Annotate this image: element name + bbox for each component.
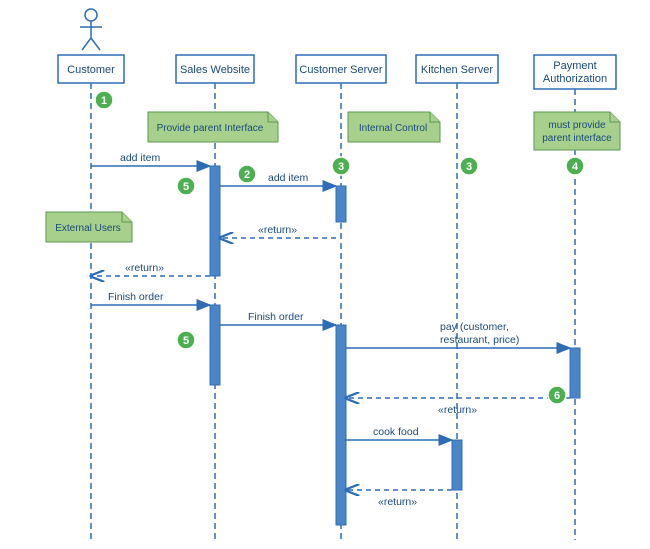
note-internal-control: Internal Control — [348, 112, 440, 142]
msg-label: add item — [120, 152, 161, 164]
activation-bar — [210, 166, 220, 276]
note-must-provide: must provide parent interface — [534, 112, 620, 150]
activation-bar — [570, 348, 580, 398]
svg-text:5: 5 — [183, 335, 189, 347]
lifeline-payment: Payment Authorization — [534, 55, 616, 89]
note-text: must provide — [548, 120, 606, 131]
msg-label: «return» — [258, 224, 297, 236]
badge-4: 4 — [566, 157, 584, 175]
note-external-users: External Users — [46, 212, 132, 242]
msg-label: «return» — [125, 262, 164, 274]
badge-5b: 5 — [177, 331, 195, 349]
actor-icon — [80, 9, 102, 50]
activation-bar — [336, 325, 346, 525]
svg-text:3: 3 — [338, 161, 344, 173]
svg-text:1: 1 — [101, 95, 107, 107]
badge-1: 1 — [95, 91, 113, 109]
note-text: Provide parent Interface — [157, 123, 264, 134]
lifeline-label: Sales Website — [180, 64, 250, 76]
svg-text:2: 2 — [244, 169, 250, 181]
lifeline-label: Customer Server — [299, 64, 382, 76]
lifeline-kitchen: Kitchen Server — [416, 55, 498, 83]
svg-text:6: 6 — [554, 390, 560, 402]
badge-6: 6 — [548, 386, 566, 404]
badge-2: 2 — [238, 165, 256, 183]
lifeline-sales: Sales Website — [176, 55, 254, 83]
msg-label: Finish order — [248, 311, 304, 323]
note-text: External Users — [55, 223, 121, 234]
svg-text:3: 3 — [466, 161, 472, 173]
msg-label: Finish order — [108, 291, 164, 303]
badge-5a: 5 — [177, 177, 195, 195]
msg-label: add item — [268, 172, 309, 184]
msg-label: pay (customer, — [440, 321, 509, 333]
lifeline-label: Payment — [553, 60, 596, 72]
badge-3a: 3 — [332, 157, 350, 175]
msg-label: cook food — [373, 426, 419, 438]
lifeline-customer: Customer — [58, 55, 124, 83]
msg-label: «return» — [438, 404, 477, 416]
note-text: Internal Control — [359, 123, 427, 134]
activation-bar — [336, 186, 346, 222]
lifeline-label: Authorization — [543, 73, 607, 85]
activation-bar — [210, 305, 220, 385]
msg-label: «return» — [378, 496, 417, 508]
sequence-diagram: Customer Sales Website Customer Server K… — [0, 0, 650, 549]
note-provide-parent: Provide parent Interface — [148, 112, 278, 142]
lifeline-custsrv: Customer Server — [296, 55, 386, 83]
svg-text:5: 5 — [183, 181, 189, 193]
note-text: parent interface — [542, 133, 612, 144]
svg-text:4: 4 — [572, 161, 579, 173]
msg-label: restaurant, price) — [440, 334, 519, 346]
lifeline-label: Kitchen Server — [421, 64, 493, 76]
badge-3b: 3 — [460, 157, 478, 175]
activation-bar — [452, 440, 462, 490]
lifeline-label: Customer — [67, 64, 115, 76]
